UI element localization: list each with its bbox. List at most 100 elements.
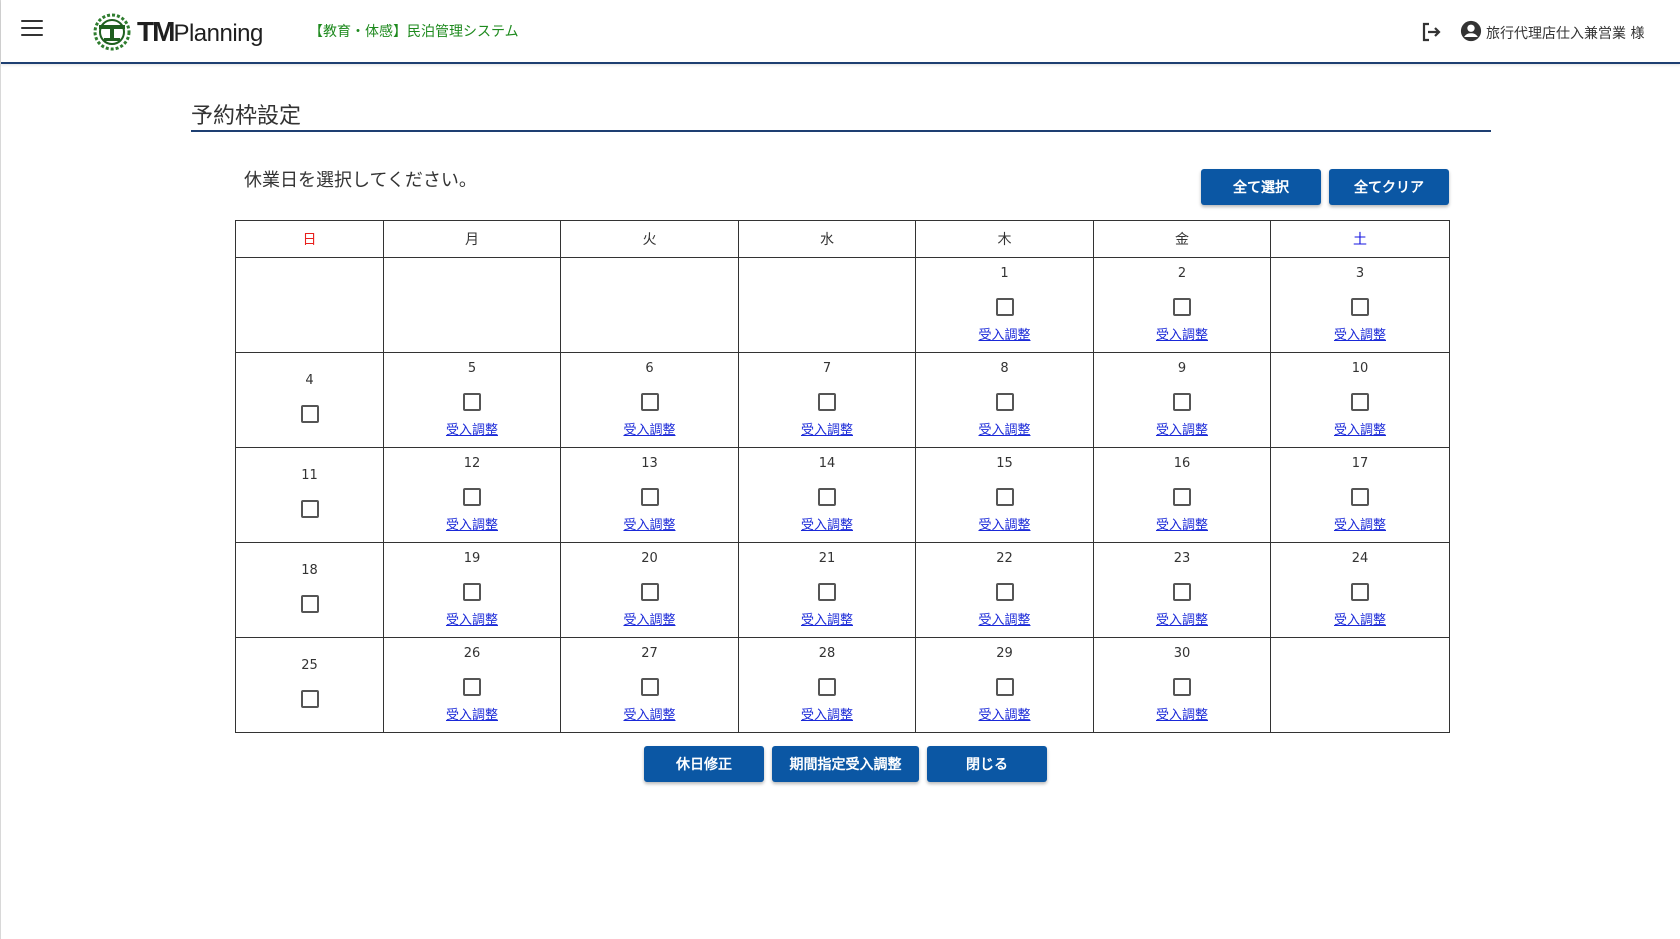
calendar-day-cell: 2 受入調整	[1093, 257, 1271, 353]
calendar-day-cell: 23 受入調整	[1093, 542, 1271, 638]
clear-all-button[interactable]: 全てクリア	[1329, 169, 1449, 205]
weekday-header-sunday: 日	[235, 220, 384, 258]
holiday-checkbox[interactable]	[995, 393, 1014, 411]
holiday-checkbox[interactable]	[1173, 298, 1191, 316]
holiday-checkbox[interactable]	[1351, 488, 1369, 506]
holiday-checkbox[interactable]	[1351, 583, 1369, 601]
acceptance-adjust-link[interactable]: 受入調整	[1156, 419, 1208, 438]
acceptance-adjust-link[interactable]: 受入調整	[623, 514, 675, 533]
acceptance-adjust-link[interactable]: 受入調整	[1156, 514, 1208, 533]
holiday-checkbox[interactable]	[1173, 488, 1191, 506]
calendar-empty-cell	[235, 257, 384, 353]
weekday-header-saturday: 土	[1270, 220, 1450, 258]
holiday-checkbox[interactable]	[818, 393, 836, 411]
holiday-checkbox[interactable]	[1173, 393, 1191, 411]
holiday-checkbox[interactable]	[640, 488, 659, 506]
holiday-checkbox[interactable]	[640, 393, 659, 411]
acceptance-adjust-link[interactable]: 受入調整	[801, 419, 853, 438]
holiday-checkbox[interactable]	[995, 298, 1014, 316]
calendar-week-row: 1 受入調整 2 受入調整 3 受入調整	[235, 257, 1450, 353]
holiday-checkbox[interactable]	[1173, 678, 1191, 696]
acceptance-adjust-link[interactable]: 受入調整	[623, 419, 675, 438]
calendar-day-cell: 1 受入調整	[915, 257, 1094, 353]
acceptance-adjust-link[interactable]: 受入調整	[446, 704, 498, 723]
acceptance-adjust-link[interactable]: 受入調整	[623, 704, 675, 723]
acceptance-adjust-link[interactable]: 受入調整	[978, 324, 1030, 343]
calendar-day-cell: 29 受入調整	[915, 637, 1094, 733]
calendar-table: 日月火水木金土 1 受入調整 2 受入調整 3 受入調整 4 5 受入調整 6 受入調整 7 受入調整 8…	[235, 220, 1450, 733]
weekday-header-friday: 金	[1093, 220, 1271, 258]
acceptance-adjust-link[interactable]: 受入調整	[623, 609, 675, 628]
holiday-checkbox[interactable]	[995, 488, 1014, 506]
day-number: 1	[1000, 266, 1009, 281]
acceptance-adjust-link[interactable]: 受入調整	[801, 514, 853, 533]
acceptance-adjust-link[interactable]: 受入調整	[978, 704, 1030, 723]
acceptance-adjust-link[interactable]: 受入調整	[1334, 419, 1386, 438]
acceptance-adjust-link[interactable]: 受入調整	[978, 419, 1030, 438]
holiday-checkbox[interactable]	[1351, 298, 1369, 316]
day-number: 22	[996, 551, 1013, 566]
acceptance-adjust-link[interactable]: 受入調整	[978, 514, 1030, 533]
holiday-checkbox[interactable]	[640, 678, 659, 696]
logout-icon[interactable]	[1419, 20, 1443, 48]
holiday-checkbox[interactable]	[995, 678, 1014, 696]
calendar-week-row: 18 19 受入調整 20 受入調整 21 受入調整 22 受入調整 23 受入調整 24 受入調整	[235, 542, 1450, 638]
calendar-day-cell: 4	[235, 352, 384, 448]
holiday-checkbox[interactable]	[463, 678, 481, 696]
day-number: 17	[1351, 456, 1369, 471]
acceptance-adjust-link[interactable]: 受入調整	[1156, 324, 1208, 343]
day-number: 11	[301, 468, 318, 483]
holiday-checkbox[interactable]	[818, 583, 836, 601]
day-number: 2	[1177, 266, 1187, 281]
acceptance-adjust-link[interactable]: 受入調整	[978, 609, 1030, 628]
holiday-checkbox[interactable]	[1351, 393, 1369, 411]
calendar-day-cell: 6 受入調整	[560, 352, 739, 448]
holiday-checkbox[interactable]	[995, 583, 1014, 601]
holiday-checkbox[interactable]	[300, 595, 319, 613]
acceptance-adjust-link[interactable]: 受入調整	[801, 609, 853, 628]
calendar-day-cell: 24 受入調整	[1270, 542, 1450, 638]
acceptance-adjust-link[interactable]: 受入調整	[1334, 324, 1386, 343]
calendar-week-row: 25 26 受入調整 27 受入調整 28 受入調整 29 受入調整 30 受入調整	[235, 637, 1450, 733]
calendar-day-cell: 10 受入調整	[1270, 352, 1450, 448]
holiday-checkbox[interactable]	[300, 500, 319, 518]
holiday-checkbox[interactable]	[300, 690, 319, 708]
acceptance-adjust-link[interactable]: 受入調整	[446, 609, 498, 628]
holiday-checkbox[interactable]	[300, 405, 319, 423]
calendar-day-cell: 11	[235, 447, 384, 543]
calendar-day-cell: 16 受入調整	[1093, 447, 1271, 543]
acceptance-adjust-link[interactable]: 受入調整	[1156, 609, 1208, 628]
holiday-checkbox[interactable]	[463, 393, 481, 411]
day-number: 29	[996, 646, 1013, 661]
period-adjust-button[interactable]: 期間指定受入調整	[772, 746, 919, 782]
holiday-checkbox[interactable]	[1173, 583, 1191, 601]
holiday-fix-button[interactable]: 休日修正	[644, 746, 764, 782]
holiday-checkbox[interactable]	[818, 678, 836, 696]
holiday-checkbox[interactable]	[818, 488, 836, 506]
calendar-day-cell: 26 受入調整	[383, 637, 561, 733]
system-name: 【教育・体感】民泊管理システム	[309, 24, 519, 40]
calendar-day-cell: 7 受入調整	[738, 352, 916, 448]
acceptance-adjust-link[interactable]: 受入調整	[1156, 704, 1208, 723]
holiday-checkbox[interactable]	[640, 583, 659, 601]
logo-bold-text: TM	[137, 16, 175, 47]
acceptance-adjust-link[interactable]: 受入調整	[801, 704, 853, 723]
holiday-checkbox[interactable]	[463, 488, 481, 506]
acceptance-adjust-link[interactable]: 受入調整	[446, 419, 498, 438]
calendar-day-cell: 19 受入調整	[383, 542, 561, 638]
weekday-header-thursday: 木	[915, 220, 1094, 258]
select-all-button[interactable]: 全て選択	[1201, 169, 1321, 205]
hamburger-menu-icon[interactable]	[21, 20, 43, 38]
acceptance-adjust-link[interactable]: 受入調整	[1334, 514, 1386, 533]
close-button[interactable]: 閉じる	[927, 746, 1047, 782]
day-number: 30	[1173, 646, 1191, 661]
acceptance-adjust-link[interactable]: 受入調整	[446, 514, 498, 533]
holiday-checkbox[interactable]	[463, 583, 481, 601]
day-number: 3	[1355, 266, 1365, 281]
acceptance-adjust-link[interactable]: 受入調整	[1334, 609, 1386, 628]
day-number: 18	[301, 563, 318, 578]
day-number: 19	[463, 551, 481, 566]
calendar-day-cell: 21 受入調整	[738, 542, 916, 638]
calendar-day-cell: 28 受入調整	[738, 637, 916, 733]
day-number: 5	[467, 361, 477, 376]
